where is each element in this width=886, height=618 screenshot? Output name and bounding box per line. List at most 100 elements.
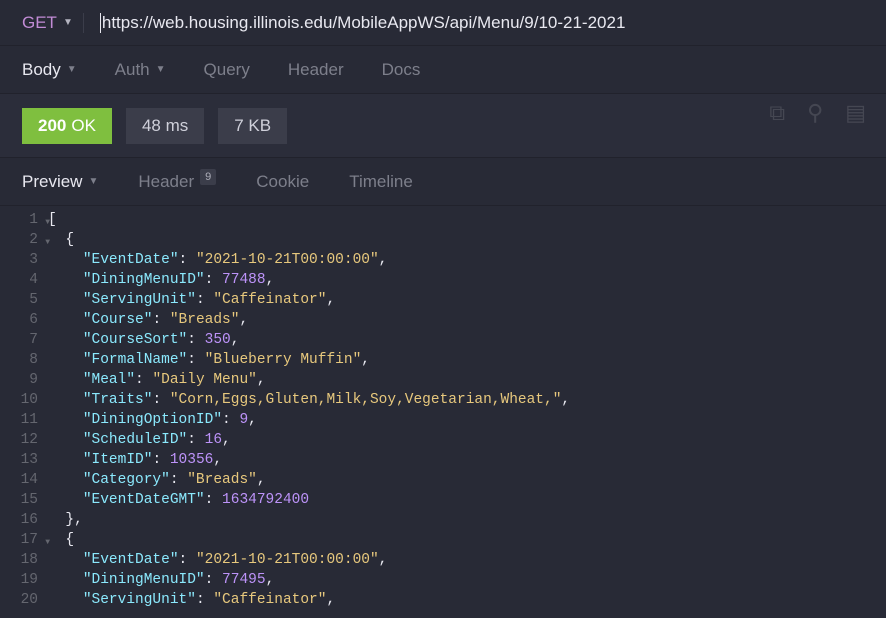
line-number: 3 (0, 250, 48, 270)
tab-auth[interactable]: Auth ▼ (115, 60, 166, 80)
tab-body[interactable]: Body ▼ (22, 60, 77, 80)
chevron-down-icon: ▼ (67, 64, 77, 75)
tab-auth-label: Auth (115, 60, 150, 80)
tab-docs[interactable]: Docs (382, 60, 421, 80)
code-line: 12 "ScheduleID": 16, (0, 430, 886, 450)
code-line: 14 "Category": "Breads", (0, 470, 886, 490)
chevron-down-icon: ▼ (88, 176, 98, 187)
line-number: 11 (0, 410, 48, 430)
api-client-panel: GET ▼ Body ▼ Auth ▼ Query Header Docs 20… (0, 0, 886, 618)
line-number: 10 (0, 390, 48, 410)
code-line: 5 "ServingUnit": "Caffeinator", (0, 290, 886, 310)
separator (83, 13, 84, 33)
code-line: 11 "DiningOptionID": 9, (0, 410, 886, 430)
status-code-chip: 200 OK (22, 108, 112, 144)
code-line: 17▼ { (0, 530, 886, 550)
status-text: OK (71, 116, 96, 136)
line-number: 13 (0, 450, 48, 470)
tab-body-label: Body (22, 60, 61, 80)
response-status-row: 200 OK 48 ms 7 KB ⧉ ⚲ ▤ (0, 94, 886, 158)
line-number: 18 (0, 550, 48, 570)
code-content: "EventDate": "2021-10-21T00:00:00", (48, 550, 387, 570)
code-content: "EventDate": "2021-10-21T00:00:00", (48, 250, 387, 270)
code-line: 13 "ItemID": 10356, (0, 450, 886, 470)
tab-query-label: Query (204, 60, 250, 80)
code-line: 7 "CourseSort": 350, (0, 330, 886, 350)
code-line: 2▼ { (0, 230, 886, 250)
save-icon[interactable]: ▤ (845, 100, 866, 126)
tab-timeline[interactable]: Timeline (349, 172, 413, 192)
code-content: { (48, 530, 74, 550)
code-line: 16 }, (0, 510, 886, 530)
line-number: 20 (0, 590, 48, 610)
line-number: 6 (0, 310, 48, 330)
code-content: "Course": "Breads", (48, 310, 248, 330)
tab-timeline-label: Timeline (349, 172, 413, 192)
code-line: 6 "Course": "Breads", (0, 310, 886, 330)
code-line: 18 "EventDate": "2021-10-21T00:00:00", (0, 550, 886, 570)
code-line: 1▼[ (0, 210, 886, 230)
chevron-down-icon: ▼ (63, 17, 73, 28)
tab-cookie[interactable]: Cookie (256, 172, 309, 192)
code-content: "DiningMenuID": 77495, (48, 570, 274, 590)
line-number: 15 (0, 490, 48, 510)
line-number: 17▼ (0, 530, 48, 550)
code-line: 15 "EventDateGMT": 1634792400 (0, 490, 886, 510)
line-number: 9 (0, 370, 48, 390)
code-line: 10 "Traits": "Corn,Eggs,Gluten,Milk,Soy,… (0, 390, 886, 410)
tab-preview-label: Preview (22, 172, 82, 192)
toolbar-icons-dim: ⧉ ⚲ ▤ (769, 100, 866, 126)
chevron-down-icon: ▼ (156, 64, 166, 75)
code-line: 19 "DiningMenuID": 77495, (0, 570, 886, 590)
status-code: 200 (38, 116, 66, 136)
tab-header-label: Header (288, 60, 344, 80)
line-number: 8 (0, 350, 48, 370)
code-content: "EventDateGMT": 1634792400 (48, 490, 309, 510)
response-tabs: Preview ▼ Header 9 Cookie Timeline (0, 158, 886, 206)
code-content: "Category": "Breads", (48, 470, 266, 490)
code-line: 3 "EventDate": "2021-10-21T00:00:00", (0, 250, 886, 270)
text-cursor (100, 13, 101, 33)
code-content: "Meal": "Daily Menu", (48, 370, 266, 390)
code-content: "Traits": "Corn,Eggs,Gluten,Milk,Soy,Veg… (48, 390, 570, 410)
code-line: 9 "Meal": "Daily Menu", (0, 370, 886, 390)
code-content: { (48, 230, 74, 250)
http-method-selector[interactable]: GET ▼ (22, 13, 73, 33)
code-content: "DiningMenuID": 77488, (48, 270, 274, 290)
header-count-badge: 9 (200, 169, 216, 185)
response-body-viewer[interactable]: 1▼[2▼ {3 "EventDate": "2021-10-21T00:00:… (0, 206, 886, 618)
code-line: 20 "ServingUnit": "Caffeinator", (0, 590, 886, 610)
http-method-label: GET (22, 13, 57, 33)
tab-preview[interactable]: Preview ▼ (22, 172, 98, 192)
line-number: 12 (0, 430, 48, 450)
code-content: }, (48, 510, 83, 530)
code-content: "DiningOptionID": 9, (48, 410, 257, 430)
line-number: 2▼ (0, 230, 48, 250)
tab-response-header[interactable]: Header 9 (138, 172, 216, 192)
search-icon[interactable]: ⚲ (807, 100, 823, 126)
line-number: 14 (0, 470, 48, 490)
line-number: 1▼ (0, 210, 48, 230)
request-tabs: Body ▼ Auth ▼ Query Header Docs (0, 46, 886, 94)
request-url-input[interactable] (102, 13, 864, 33)
code-content: "ScheduleID": 16, (48, 430, 231, 450)
line-number: 7 (0, 330, 48, 350)
line-number: 5 (0, 290, 48, 310)
code-content: "ItemID": 10356, (48, 450, 222, 470)
tab-response-header-label: Header (138, 172, 194, 192)
line-number: 4 (0, 270, 48, 290)
status-size-chip: 7 KB (218, 108, 287, 144)
tab-cookie-label: Cookie (256, 172, 309, 192)
tab-query[interactable]: Query (204, 60, 250, 80)
code-content: "CourseSort": 350, (48, 330, 239, 350)
code-line: 4 "DiningMenuID": 77488, (0, 270, 886, 290)
request-url-row: GET ▼ (0, 0, 886, 46)
copy-icon[interactable]: ⧉ (769, 100, 785, 126)
code-content: "ServingUnit": "Caffeinator", (48, 290, 335, 310)
code-content: "FormalName": "Blueberry Muffin", (48, 350, 370, 370)
tab-header[interactable]: Header (288, 60, 344, 80)
line-number: 16 (0, 510, 48, 530)
line-number: 19 (0, 570, 48, 590)
status-time-chip: 48 ms (126, 108, 204, 144)
code-line: 8 "FormalName": "Blueberry Muffin", (0, 350, 886, 370)
